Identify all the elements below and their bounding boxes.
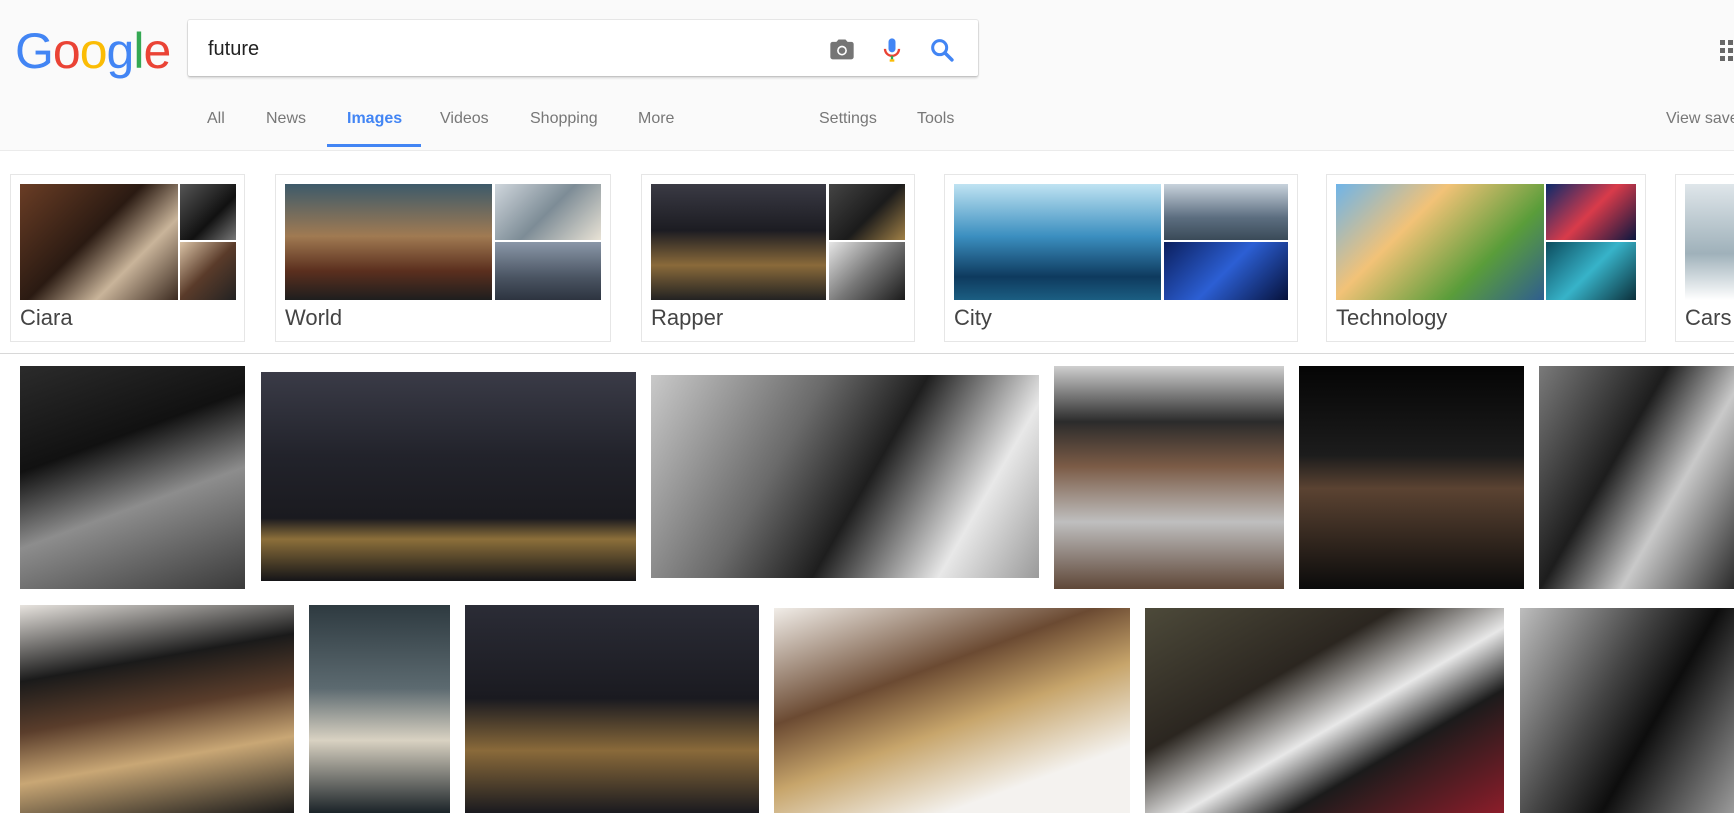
related-label: City — [954, 305, 992, 330]
image-result[interactable] — [1299, 366, 1524, 589]
related-label: Technology — [1336, 305, 1448, 330]
image-result[interactable] — [465, 605, 759, 813]
tab-settings[interactable]: Settings — [819, 110, 877, 128]
tab-shopping[interactable]: Shopping — [530, 110, 598, 128]
related-label: World — [285, 305, 343, 330]
related-chip-city[interactable]: City — [944, 174, 1298, 342]
tab-tools[interactable]: Tools — [917, 110, 954, 128]
related-thumbnail — [1546, 184, 1636, 240]
google-logo[interactable]: Google — [15, 22, 171, 80]
divider — [0, 353, 1734, 354]
tab-all[interactable]: All — [207, 110, 225, 128]
active-tab-indicator — [327, 144, 421, 147]
related-thumbnail — [180, 242, 236, 300]
related-thumbnail — [1164, 242, 1288, 300]
image-result[interactable] — [774, 608, 1130, 813]
related-chip-ciara[interactable]: Ciara — [10, 174, 245, 342]
view-saved-link[interactable]: View saved — [1666, 110, 1734, 128]
related-thumbnail — [954, 184, 1161, 300]
search-icon[interactable] — [928, 36, 956, 64]
image-result[interactable] — [20, 605, 294, 813]
related-chip-rapper[interactable]: Rapper — [641, 174, 915, 342]
related-thumbnail — [1164, 184, 1288, 240]
related-thumbnail — [829, 184, 905, 240]
related-label: Rapper — [651, 305, 724, 330]
image-result[interactable] — [651, 375, 1039, 578]
tab-more[interactable]: More — [638, 110, 674, 128]
tab-videos[interactable]: Videos — [440, 110, 489, 128]
image-result[interactable] — [1539, 366, 1734, 589]
related-thumbnail — [285, 184, 492, 300]
related-thumbnail — [20, 184, 178, 300]
tab-images[interactable]: Images — [347, 110, 402, 128]
related-thumbnail — [495, 184, 601, 240]
image-result[interactable] — [261, 372, 636, 581]
image-result[interactable] — [1145, 608, 1504, 813]
search-box[interactable] — [188, 20, 978, 76]
related-thumbnail — [495, 242, 601, 300]
related-chip-world[interactable]: World — [275, 174, 611, 342]
related-label: Cars — [1685, 305, 1732, 330]
image-result[interactable] — [1054, 366, 1284, 589]
microphone-icon[interactable] — [878, 36, 906, 64]
tab-news[interactable]: News — [266, 110, 306, 128]
related-thumbnail — [1685, 184, 1734, 300]
related-thumbnail — [829, 242, 905, 300]
apps-grid-icon[interactable] — [1718, 40, 1734, 62]
image-result[interactable] — [20, 366, 245, 589]
header: Google All News Images Videos Shopping M… — [0, 0, 1734, 151]
image-result[interactable] — [1520, 608, 1734, 813]
related-thumbnail — [651, 184, 826, 300]
related-chip-cars[interactable]: Cars — [1675, 174, 1734, 342]
image-result[interactable] — [309, 605, 450, 813]
related-label: Ciara — [20, 305, 73, 330]
related-chip-technology[interactable]: Technology — [1326, 174, 1646, 342]
camera-icon[interactable] — [828, 36, 856, 64]
related-thumbnail — [1336, 184, 1544, 300]
related-thumbnail — [180, 184, 236, 240]
search-input[interactable] — [206, 34, 810, 64]
related-thumbnail — [1546, 242, 1636, 300]
